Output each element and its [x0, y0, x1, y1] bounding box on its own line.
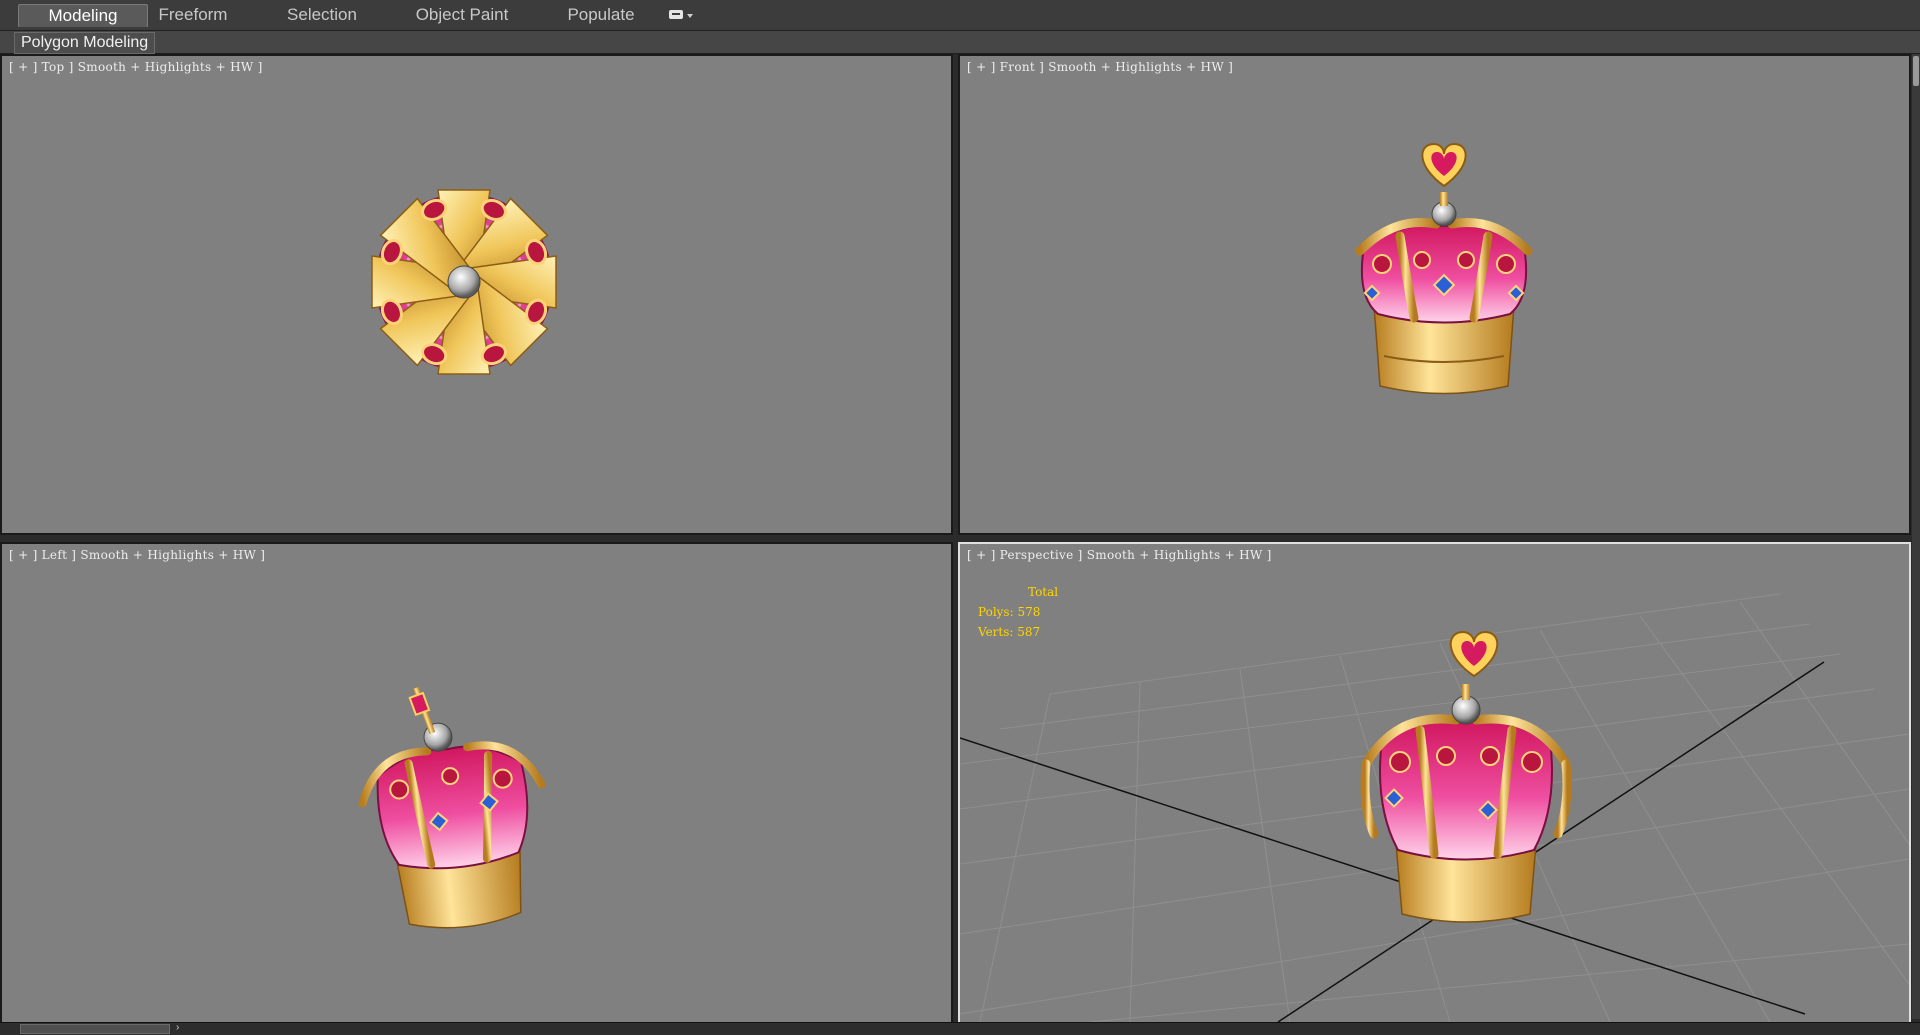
perspective-scene [960, 593, 1909, 1022]
ribbon-panel-bar: Polygon Modeling [0, 31, 1920, 54]
tab-selection[interactable]: Selection [280, 4, 364, 26]
tab-freeform[interactable]: Freeform [150, 4, 236, 26]
ribbon-tab-bar: Modeling Freeform Selection Object Paint… [0, 0, 1920, 31]
tab-populate[interactable]: Populate [560, 4, 642, 26]
time-slider[interactable] [20, 1024, 170, 1034]
viewport-left[interactable]: [ + ] Left ] Smooth + Highlights + HW ] [0, 542, 953, 1024]
right-scroll-strip[interactable] [1912, 54, 1920, 1019]
tab-object-paint[interactable]: Object Paint [412, 4, 512, 26]
viewport-perspective[interactable]: [ + ] Perspective ] Smooth + Highlights … [958, 542, 1911, 1024]
polygon-modeling-panel[interactable]: Polygon Modeling [14, 32, 156, 54]
time-next-icon[interactable]: › [176, 1022, 179, 1033]
tab-options-icon[interactable] [668, 8, 694, 22]
viewport-front[interactable]: [ + ] Front ] Smooth + Highlights + HW ] [958, 54, 1911, 535]
crown-model-front-view [1355, 142, 1533, 395]
viewport-top[interactable]: [ + ] Top ] Smooth + Highlights + HW ] [0, 54, 953, 535]
crown-model-top-view [371, 189, 557, 375]
time-bar [0, 1022, 1920, 1035]
tab-modeling[interactable]: Modeling [18, 4, 148, 27]
world-axes [960, 661, 1825, 1022]
crown-model-left-view [358, 686, 546, 929]
right-scroll-thumb[interactable] [1913, 56, 1919, 86]
